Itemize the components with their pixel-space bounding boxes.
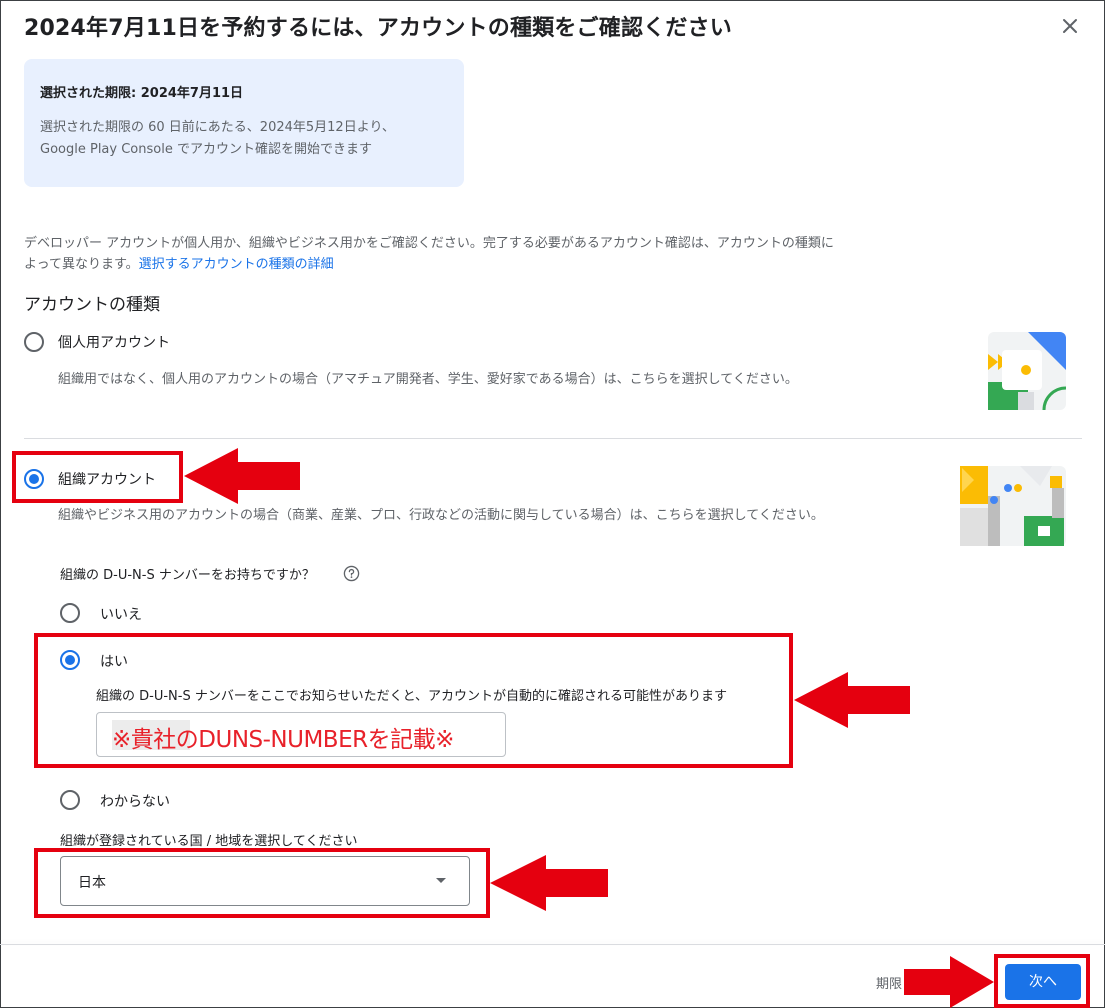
dialog-title: 2024年7月11日を予約するには、アカウントの種類をご確認ください [24,16,732,41]
annotation-box-next [994,954,1090,1008]
deadline-heading: 選択された期限: 2024年7月11日 [40,86,244,101]
organization-account-desc: 組織やビジネス用のアカウントの場合（商業、産業、プロ、行政などの活動に関与してい… [58,508,824,523]
annotation-box-country [34,848,490,918]
footer-deadline-text: 期限 [876,977,903,992]
account-type-description: デベロッパー アカウントが個人用か、組織やビジネス用かをご確認ください。完了する… [24,233,914,275]
close-icon[interactable] [1056,12,1084,40]
annotation-box-organization [12,451,183,503]
account-type-heading: アカウントの種類 [24,295,160,315]
duns-unknown-label[interactable]: わからない [100,791,170,811]
annotation-arrow-country [490,855,608,911]
deadline-description-line1: 選択された期限の 60 日前にあたる、2024年5月12日より、 [40,120,395,135]
duns-no-radio[interactable] [60,603,80,623]
deadline-description: 選択された期限の 60 日前にあたる、2024年5月12日より、 Google … [40,117,460,161]
description-line2: よって異なります。選択するアカウントの種類の詳細 [24,254,914,275]
duns-no-label[interactable]: いいえ [100,604,142,624]
country-label: 組織が登録されている国 / 地域を選択してください [60,834,358,849]
deadline-description-line2: Google Play Console でアカウント確認を開始できます [40,142,372,157]
annotation-arrow-duns [794,672,910,728]
annotation-arrow-next [904,956,994,1008]
footer-divider [0,944,1105,945]
section-divider [24,438,1082,439]
personal-account-desc: 組織用ではなく、個人用のアカウントの場合（アマチュア開発者、学生、愛好家である場… [58,372,798,387]
description-line1: デベロッパー アカウントが個人用か、組織やビジネス用かをご確認ください。完了する… [24,236,834,251]
help-circle-icon[interactable] [343,565,360,582]
duns-question: 組織の D-U-N-S ナンバーをお持ちですか？ [60,568,315,583]
account-type-details-link[interactable]: 選択するアカウントの種類の詳細 [139,257,334,272]
description-line2-text: よって異なります。 [24,257,139,272]
personal-account-radio[interactable] [24,332,44,352]
personal-account-label[interactable]: 個人用アカウント [58,332,170,352]
organization-account-illustration [960,466,1066,546]
annotation-arrow-organization [184,448,300,504]
personal-account-illustration [988,332,1066,410]
annotation-box-duns [34,633,793,768]
duns-unknown-radio[interactable] [60,790,80,810]
